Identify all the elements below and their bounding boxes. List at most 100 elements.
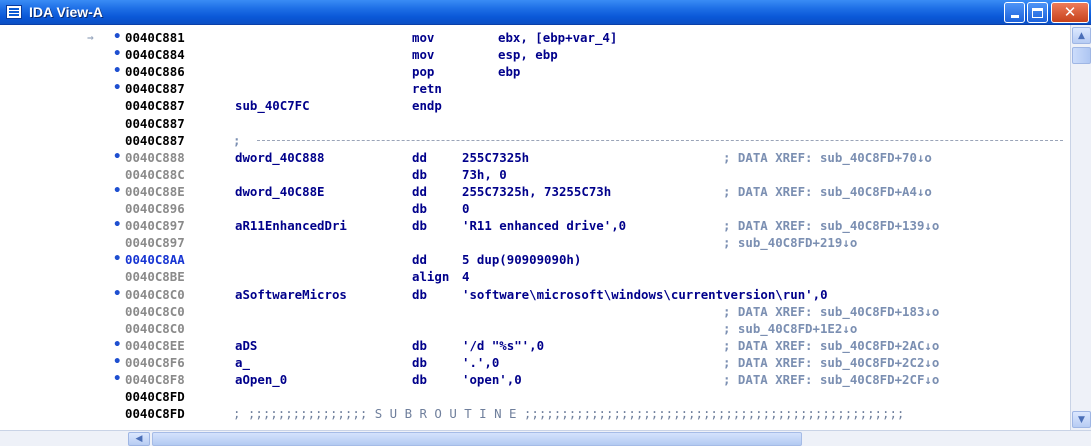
line-label[interactable]: dword_40C88E (235, 183, 325, 200)
close-button[interactable]: ✕ (1051, 2, 1089, 23)
maximize-button[interactable] (1027, 2, 1048, 23)
line-mnemonic: endp (412, 98, 442, 114)
line-mnemonic: db (412, 372, 427, 387)
listing-line[interactable]: 0040C887; (0, 132, 1070, 149)
line-address[interactable]: 0040C8EE (125, 337, 185, 354)
listing-line[interactable]: • 0040C8EE aDS db '/d "%s"',0 ; DATA XREF: su… (0, 337, 1070, 354)
line-address[interactable]: 0040C887 (125, 97, 185, 114)
line-operand[interactable]: 255C7325h (462, 149, 529, 166)
title-bar[interactable]: IDA View-A ✕ (0, 0, 1091, 25)
line-address[interactable]: 0040C8F6 (125, 354, 185, 371)
minimize-icon (1010, 15, 1019, 18)
line-address[interactable]: 0040C897 (125, 217, 185, 234)
line-comment[interactable]: ; DATA XREF: sub_40C8FD+2C2↓o (723, 354, 939, 371)
line-label[interactable]: aSoftwareMicros (235, 286, 347, 303)
line-operand[interactable]: 'R11 enhanced drive',0 (462, 217, 626, 234)
vertical-scroll-thumb[interactable] (1072, 47, 1091, 64)
line-operand[interactable]: 5 dup(90909090h) (462, 251, 581, 268)
line-operand[interactable]: 73h, 0 (462, 166, 507, 183)
horizontal-scrollbar[interactable]: ◀ (0, 430, 1091, 446)
line-operand[interactable]: 'software\microsoft\windows\currentversi… (462, 286, 828, 303)
line-address[interactable]: 0040C8FD (125, 405, 185, 422)
line-operand[interactable]: ebx, [ebp+var_4] (498, 29, 617, 46)
line-address[interactable]: 0040C8BE (125, 268, 185, 285)
line-address[interactable]: 0040C884 (125, 46, 185, 63)
line-mnemonic: db (412, 218, 427, 234)
line-address[interactable]: 0040C887 (125, 115, 185, 132)
listing-line[interactable]: • 0040C8C0 aSoftwareMicros db 'software\micr… (0, 286, 1070, 303)
line-address[interactable]: 0040C8FD (125, 388, 185, 405)
scroll-up-button[interactable]: ▲ (1072, 27, 1091, 44)
line-address[interactable]: 0040C8F8 (125, 371, 185, 388)
listing-line[interactable]: 0040C887 sub_40C7FC endp (0, 97, 1070, 114)
listing-line[interactable]: • 0040C887 retn (0, 80, 1070, 97)
minimize-button[interactable] (1004, 2, 1025, 23)
line-address[interactable]: 0040C887 (125, 80, 185, 97)
line-address[interactable]: 0040C881 (125, 29, 185, 46)
line-comment[interactable]: ; DATA XREF: sub_40C8FD+2CF↓o (723, 371, 939, 388)
listing-line[interactable]: 0040C8FD ; ;;;;;;;;;;;;;;;; S U B R O U T… (0, 405, 1070, 422)
line-operand[interactable]: 0 (462, 200, 469, 217)
line-address[interactable]: 0040C897 (125, 234, 185, 251)
listing-line[interactable]: 0040C896 db 0 (0, 200, 1070, 217)
line-comment[interactable]: ; DATA XREF: sub_40C8FD+2AC↓o (723, 337, 939, 354)
line-comment[interactable]: ; DATA XREF: sub_40C8FD+139↓o (723, 217, 939, 234)
line-operand[interactable]: 255C7325h, 73255C73h (462, 183, 611, 200)
listing-line[interactable]: • 0040C8F6 a_ db '.',0 ; DATA XREF: sub_40C8F… (0, 354, 1070, 371)
line-address[interactable]: 0040C887 (125, 132, 185, 149)
listing-line[interactable]: 0040C88C db 73h, 0 (0, 166, 1070, 183)
listing-line[interactable]: 0040C8BE align 4 (0, 268, 1070, 285)
listing-line[interactable]: 0040C8FD (0, 388, 1070, 405)
line-comment[interactable]: ; DATA XREF: sub_40C8FD+A4↓o (723, 183, 932, 200)
scroll-down-button[interactable]: ▼ (1072, 411, 1091, 428)
line-label[interactable]: aDS (235, 337, 257, 354)
listing-line[interactable]: 0040C8C0 ; sub_40C8FD+1E2↓o (0, 320, 1070, 337)
line-address[interactable]: 0040C888 (125, 149, 185, 166)
instruction-marker-icon: • (113, 148, 122, 165)
listing-line[interactable]: • 0040C88E dword_40C88E dd 255C7325h, 73255C… (0, 183, 1070, 200)
line-comment[interactable]: ; sub_40C8FD+219↓o (723, 234, 857, 251)
line-label[interactable]: aR11EnhancedDri (235, 217, 347, 234)
line-address[interactable]: 0040C88E (125, 183, 185, 200)
line-address[interactable]: 0040C896 (125, 200, 185, 217)
line-label[interactable]: aOpen_0 (235, 371, 287, 388)
scroll-left-button[interactable]: ◀ (128, 432, 150, 446)
line-comment[interactable]: ; DATA XREF: sub_40C8FD+183↓o (723, 303, 939, 320)
line-operand[interactable]: '/d "%s"',0 (462, 337, 544, 354)
vertical-scrollbar[interactable]: ▲ ▼ (1070, 25, 1091, 430)
line-address[interactable]: 0040C886 (125, 63, 185, 80)
listing-line[interactable]: • 0040C8F8 aOpen_0 db 'open',0 ; DATA XREF: s… (0, 371, 1070, 388)
listing-line[interactable]: 0040C887 (0, 115, 1070, 132)
listing-line[interactable]: 0040C897 ; sub_40C8FD+219↓o (0, 234, 1070, 251)
line-address[interactable]: 0040C8C0 (125, 320, 185, 337)
line-operand[interactable]: esp, ebp (498, 46, 558, 63)
line-mnemonic: retn (412, 81, 442, 97)
listing-line[interactable]: • 0040C886 pop ebp (0, 63, 1070, 80)
listing-line[interactable]: • 0040C897 aR11EnhancedDri db 'R11 enhanced … (0, 217, 1070, 234)
listing-line[interactable]: • 0040C8AA dd 5 dup(90909090h) (0, 251, 1070, 268)
listing-line[interactable]: • 0040C884 mov esp, ebp (0, 46, 1070, 63)
line-operand[interactable]: '.',0 (462, 354, 499, 371)
instruction-marker-icon: • (113, 285, 122, 302)
listing-line[interactable]: • 0040C888 dword_40C888 dd 255C7325h ; DATA X… (0, 149, 1070, 166)
instruction-marker-icon: • (113, 46, 122, 63)
line-address[interactable]: 0040C8C0 (125, 286, 185, 303)
line-address[interactable]: 0040C88C (125, 166, 185, 183)
line-operand[interactable]: 4 (462, 268, 469, 285)
instruction-marker-icon: • (113, 63, 122, 80)
line-comment[interactable]: ; sub_40C8FD+1E2↓o (723, 320, 857, 337)
instruction-marker-icon: • (113, 29, 122, 45)
line-address[interactable]: 0040C8C0 (125, 303, 185, 320)
line-operand[interactable]: ebp (498, 63, 520, 80)
listing-line[interactable]: → • 0040C881 mov ebx, [ebp+var_4] (0, 29, 1070, 46)
disassembly-listing[interactable]: → • 0040C881 mov ebx, [ebp+var_4] • 0040C884 mo… (0, 25, 1070, 430)
line-address[interactable]: 0040C8AA (125, 251, 185, 268)
horizontal-scroll-thumb[interactable] (152, 432, 802, 446)
line-operand[interactable]: 'open',0 (462, 371, 522, 388)
listing-line[interactable]: 0040C8C0 ; DATA XREF: sub_40C8FD+183↓o (0, 303, 1070, 320)
line-label[interactable]: sub_40C7FC (235, 97, 310, 114)
window-icon (6, 5, 22, 19)
line-label[interactable]: dword_40C888 (235, 149, 325, 166)
line-label[interactable]: a_ (235, 354, 250, 371)
line-comment[interactable]: ; DATA XREF: sub_40C8FD+70↓o (723, 149, 932, 166)
